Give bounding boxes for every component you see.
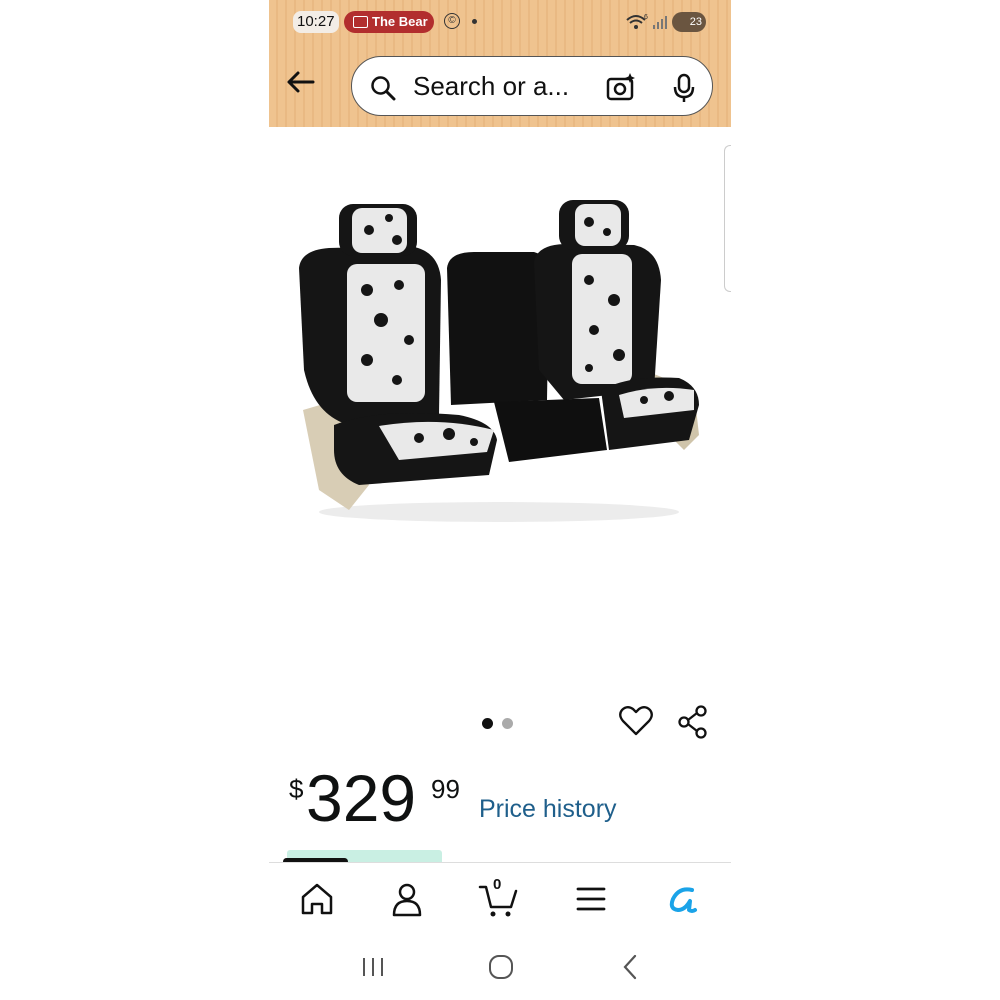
share-icon[interactable] [677, 705, 709, 739]
wifi-icon: 6 [626, 14, 648, 29]
back-button-icon[interactable] [614, 950, 648, 984]
app-header: 10:27 The Bear © 6 23 Search or a... [269, 0, 731, 127]
microphone-icon[interactable] [673, 73, 695, 103]
cart-count: 0 [493, 876, 502, 893]
price-history-link[interactable]: Price history [479, 795, 617, 824]
cart-button[interactable]: 0 [477, 876, 521, 921]
phone-screen: 10:27 The Bear © 6 23 Search or a... $ 3… [269, 0, 731, 1000]
side-panel-handle[interactable] [724, 145, 731, 292]
carousel-dot[interactable] [502, 718, 513, 729]
battery-indicator: 23 [672, 12, 706, 32]
home-button-icon[interactable] [484, 950, 518, 984]
account-icon[interactable] [385, 877, 429, 921]
search-input[interactable]: Search or a... [413, 71, 569, 101]
bottom-nav: 0 [269, 862, 731, 935]
product-image[interactable] [289, 190, 709, 530]
camera-icon[interactable] [605, 71, 637, 103]
heart-icon[interactable] [619, 705, 653, 737]
signal-icon [653, 16, 667, 29]
menu-icon[interactable] [569, 877, 613, 921]
recent-apps-icon[interactable] [356, 950, 390, 984]
home-icon[interactable] [295, 877, 339, 921]
price-fraction: 99 [431, 774, 460, 804]
status-bar: 10:27 The Bear © 6 23 [269, 0, 731, 44]
status-time: 10:27 [293, 11, 339, 33]
cast-label: The Bear [372, 14, 428, 29]
status-circle-icon: © [444, 13, 460, 29]
back-arrow-icon[interactable] [283, 64, 319, 100]
wifi-badge: 6 [644, 14, 648, 21]
cast-icon [353, 16, 368, 28]
price-whole: 329 [306, 761, 417, 835]
status-dot-icon [472, 19, 477, 24]
carousel-dot-active[interactable] [482, 718, 493, 729]
rufus-icon[interactable] [661, 877, 705, 921]
system-nav-bar [269, 934, 731, 1000]
carousel-indicator [482, 716, 522, 734]
search-bar[interactable]: Search or a... [351, 56, 713, 116]
search-icon [371, 76, 396, 101]
cast-indicator[interactable]: The Bear [344, 11, 434, 33]
price-currency: $ [289, 774, 304, 804]
